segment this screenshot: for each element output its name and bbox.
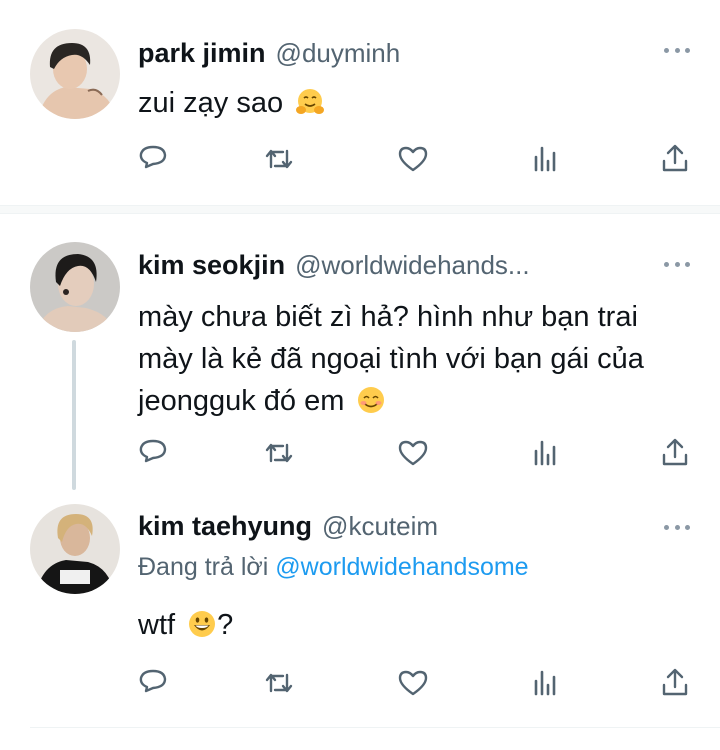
share-icon[interactable] — [658, 142, 692, 176]
share-icon[interactable] — [658, 666, 692, 700]
reply-icon[interactable] — [136, 666, 170, 700]
share-icon[interactable] — [658, 436, 692, 470]
more-options-icon[interactable] — [664, 45, 690, 55]
bottom-divider — [30, 727, 720, 728]
grinning-face-emoji-icon — [189, 611, 216, 637]
user-handle[interactable]: @kcuteim — [322, 511, 438, 542]
tweet-header: park jimin @duyminh — [138, 33, 400, 73]
tweet-text-suffix: ? — [217, 609, 234, 641]
user-handle[interactable]: @duyminh — [276, 38, 401, 69]
tweet-text-line: mày chưa biết zì hả? hình như bạn trai — [138, 301, 638, 333]
retweet-icon[interactable] — [262, 666, 296, 700]
replying-to-label: Đang trả lời — [138, 553, 269, 581]
stats-icon[interactable] — [528, 666, 562, 700]
tweet-actions — [136, 666, 692, 700]
stats-icon[interactable] — [528, 436, 562, 470]
reply-icon[interactable] — [136, 142, 170, 176]
avatar[interactable] — [30, 29, 120, 119]
tweet-actions — [136, 436, 692, 470]
display-name[interactable]: kim taehyung — [138, 511, 312, 542]
like-icon[interactable] — [396, 436, 430, 470]
tweet-text: mày chưa biết zì hả? hình như bạn trai m… — [138, 296, 698, 422]
display-name[interactable]: park jimin — [138, 38, 266, 69]
tweet-text-line: jeongguk đó em — [138, 385, 345, 417]
hugging-face-emoji-icon — [296, 89, 325, 114]
avatar-photo — [30, 242, 120, 332]
smiling-face-emoji-icon — [358, 387, 385, 413]
tweet-text-content: wtf — [138, 609, 176, 641]
tweet-kim-taehyung[interactable]: kim taehyung @kcuteim Đang trả lời @worl… — [0, 488, 720, 728]
tweet-text: wtf ? — [138, 604, 698, 646]
replying-to: Đang trả lời @worldwidehandsome — [138, 553, 529, 582]
retweet-icon[interactable] — [262, 142, 296, 176]
avatar[interactable] — [30, 242, 120, 332]
tweet-text-line-last: jeongguk đó em — [138, 380, 698, 422]
user-handle[interactable]: @worldwidehands... — [295, 250, 530, 281]
retweet-icon[interactable] — [262, 436, 296, 470]
tweet-header: kim taehyung @kcuteim — [138, 506, 438, 546]
avatar[interactable] — [30, 504, 120, 594]
replying-to-mention-link[interactable]: @worldwidehandsome — [275, 553, 528, 581]
avatar-photo — [30, 504, 120, 594]
tweet-kim-seokjin[interactable]: kim seokjin @worldwidehands... mày chưa … — [0, 214, 720, 488]
stats-icon[interactable] — [528, 142, 562, 176]
tweet-header: kim seokjin @worldwidehands... — [138, 245, 530, 285]
tweet-text-content: zui zạy sao — [138, 87, 284, 119]
reply-icon[interactable] — [136, 436, 170, 470]
more-options-icon[interactable] — [664, 259, 690, 269]
tweet-text: zui zạy sao — [138, 82, 698, 124]
avatar-photo — [30, 29, 120, 119]
tweet-text-line: mày là kẻ đã ngoại tình với bạn gái của — [138, 343, 644, 375]
tweet-separator — [0, 205, 720, 214]
like-icon[interactable] — [396, 666, 430, 700]
display-name[interactable]: kim seokjin — [138, 250, 285, 281]
more-options-icon[interactable] — [664, 522, 690, 532]
tweet-actions — [136, 142, 692, 176]
like-icon[interactable] — [396, 142, 430, 176]
tweet-park-jimin[interactable]: park jimin @duyminh zui zạy sao — [0, 0, 720, 206]
